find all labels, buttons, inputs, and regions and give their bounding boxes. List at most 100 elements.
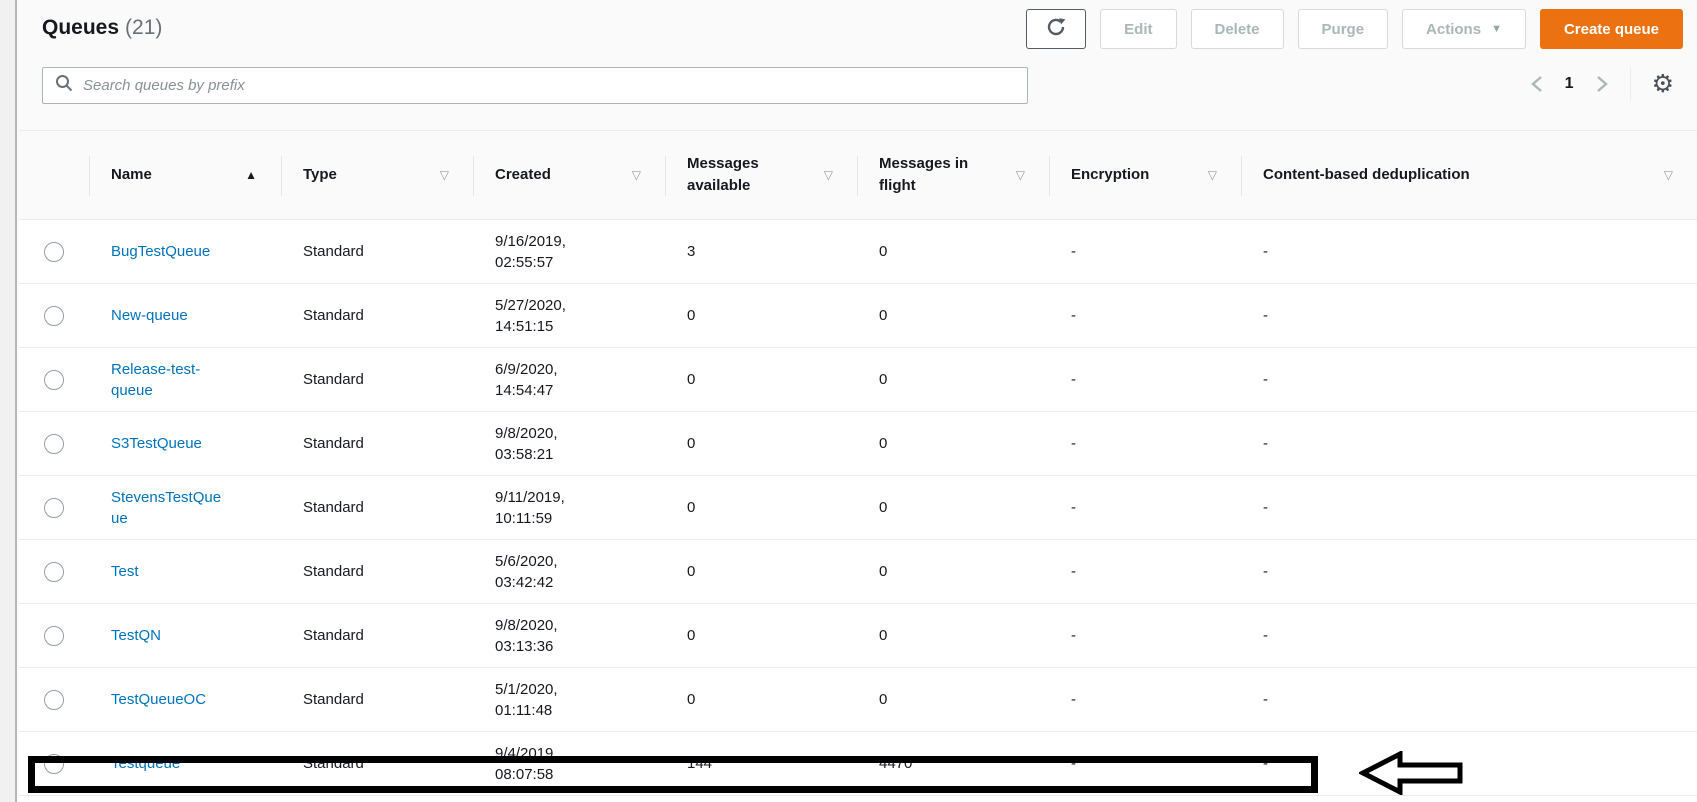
messages-available-cell: 0 xyxy=(665,348,857,411)
table-header-row: Name▲Type▽Created▽Messages available▽Mes… xyxy=(19,130,1697,220)
filter-icon[interactable]: ▽ xyxy=(824,164,833,186)
table-row-release-test-queue: Release-test-queue Standard6/9/2020, 14:5… xyxy=(19,348,1697,412)
search-box[interactable] xyxy=(42,67,1028,104)
caret-down-icon: ▼ xyxy=(1491,23,1502,35)
search-input[interactable] xyxy=(83,77,1015,94)
type-cell: Standard xyxy=(281,348,473,411)
messages-in-flight-cell: 0 xyxy=(857,668,1049,731)
column-header-type[interactable]: Type ▽ xyxy=(281,131,473,219)
radio-cell xyxy=(19,220,89,283)
column-header-created[interactable]: Created ▽ xyxy=(473,131,665,219)
created-cell: 9/8/2020, 03:13:36 xyxy=(473,604,665,667)
name-cell: TestQueueOC xyxy=(89,668,281,731)
radio-cell xyxy=(19,604,89,667)
created-value: 9/8/2020, 03:58:21 xyxy=(495,423,595,465)
table-row-testqn: TestQNStandard9/8/2020, 03:13:3600-- xyxy=(19,604,1697,668)
filter-icon[interactable]: ▽ xyxy=(1664,164,1673,186)
pagination: 1 ⚙ xyxy=(1530,64,1674,104)
created-cell: 6/9/2020, 14:54:47 xyxy=(473,348,665,411)
table-row-s3testqueue: S3TestQueueStandard9/8/2020, 03:58:2100-… xyxy=(19,412,1697,476)
refresh-button[interactable] xyxy=(1026,9,1086,49)
queue-link[interactable]: S3TestQueue xyxy=(111,433,202,454)
column-label: Type xyxy=(303,164,337,186)
queue-link[interactable]: Release-test-queue xyxy=(111,359,223,401)
dedup-cell: - xyxy=(1241,220,1697,283)
column-header-name[interactable]: Name▲ xyxy=(89,131,281,219)
column-label: Messages available xyxy=(687,153,816,197)
queue-radio[interactable] xyxy=(44,306,64,326)
type-cell: Standard xyxy=(281,284,473,347)
messages-in-flight-cell: 0 xyxy=(857,348,1049,411)
queue-radio[interactable] xyxy=(44,434,64,454)
filter-icon[interactable]: ▽ xyxy=(1208,164,1217,186)
dedup-cell: - xyxy=(1241,284,1697,347)
annotation-highlight-box xyxy=(28,756,1318,793)
table-row-new-queue: New-queueStandard5/27/2020, 14:51:1500-- xyxy=(19,284,1697,348)
sort-ascending-icon[interactable]: ▲ xyxy=(245,164,257,186)
name-cell: TestQN xyxy=(89,604,281,667)
filter-icon[interactable]: ▽ xyxy=(440,164,449,186)
previous-page-button[interactable] xyxy=(1530,74,1544,94)
name-cell: BugTestQueue xyxy=(89,220,281,283)
messages-available-cell: 0 xyxy=(665,604,857,667)
queue-link[interactable]: TestQueueOC xyxy=(111,689,206,710)
annotation-left-arrow-icon xyxy=(1359,751,1465,795)
radio-cell xyxy=(19,412,89,475)
messages-available-cell: 0 xyxy=(665,412,857,475)
radio-cell xyxy=(19,540,89,603)
delete-button[interactable]: Delete xyxy=(1191,9,1284,49)
queue-link[interactable]: TestQN xyxy=(111,625,161,646)
created-cell: 9/8/2020, 03:58:21 xyxy=(473,412,665,475)
messages-available-cell: 0 xyxy=(665,540,857,603)
next-page-button[interactable] xyxy=(1595,74,1609,94)
dedup-cell: - xyxy=(1241,668,1697,731)
column-header-messages-in-flight[interactable]: Messages in flight▽ xyxy=(857,131,1049,219)
actions-dropdown-button[interactable]: Actions ▼ xyxy=(1402,9,1526,49)
created-cell: 5/1/2020, 01:11:48 xyxy=(473,668,665,731)
filter-icon[interactable]: ▽ xyxy=(1016,164,1025,186)
type-cell: Standard xyxy=(281,540,473,603)
toolbar: Edit Delete Purge Actions ▼ Create queue xyxy=(1026,9,1683,49)
column-header-messages-available[interactable]: Messages available ▽ xyxy=(665,131,857,219)
created-value: 9/8/2020, 03:13:36 xyxy=(495,615,595,657)
gear-icon[interactable]: ⚙ xyxy=(1652,72,1674,97)
column-header-content-based-deduplication[interactable]: Content-based deduplication▽ xyxy=(1241,131,1697,219)
queue-radio[interactable] xyxy=(44,690,64,710)
page-title-text: Queues xyxy=(42,16,119,39)
current-page-number[interactable]: 1 xyxy=(1565,75,1574,93)
created-cell: 5/27/2020, 14:51:15 xyxy=(473,284,665,347)
created-cell: 5/6/2020, 03:42:42 xyxy=(473,540,665,603)
queue-link[interactable]: Test xyxy=(111,561,139,582)
created-cell: 9/16/2019, 02:55:57 xyxy=(473,220,665,283)
radio-cell xyxy=(19,476,89,539)
queue-radio[interactable] xyxy=(44,370,64,390)
create-queue-button[interactable]: Create queue xyxy=(1540,9,1683,49)
dedup-cell: - xyxy=(1241,348,1697,411)
queue-radio[interactable] xyxy=(44,626,64,646)
messages-in-flight-cell: 0 xyxy=(857,476,1049,539)
type-cell: Standard xyxy=(281,412,473,475)
messages-available-cell: 0 xyxy=(665,668,857,731)
page-title: Queues(21) xyxy=(42,16,162,40)
pager-divider xyxy=(1630,67,1631,101)
queue-link[interactable]: StevensTestQueue xyxy=(111,487,223,529)
table-body: BugTestQueueStandard9/16/2019, 02:55:573… xyxy=(19,220,1697,796)
created-value: 5/6/2020, 03:42:42 xyxy=(495,551,595,593)
queue-radio[interactable] xyxy=(44,242,64,262)
queue-radio[interactable] xyxy=(44,562,64,582)
queue-link[interactable]: BugTestQueue xyxy=(111,241,210,262)
edit-button[interactable]: Edit xyxy=(1100,9,1176,49)
type-cell: Standard xyxy=(281,668,473,731)
messages-in-flight-cell: 0 xyxy=(857,540,1049,603)
name-cell: Release-test-queue xyxy=(89,348,281,411)
select-all-header xyxy=(19,131,89,219)
messages-in-flight-cell: 0 xyxy=(857,284,1049,347)
purge-button[interactable]: Purge xyxy=(1298,9,1389,49)
filter-icon[interactable]: ▽ xyxy=(632,164,641,186)
table-row-bugtestqueue: BugTestQueueStandard9/16/2019, 02:55:573… xyxy=(19,220,1697,284)
column-header-encryption[interactable]: Encryption▽ xyxy=(1049,131,1241,219)
queues-table: Name▲Type▽Created▽Messages available▽Mes… xyxy=(19,130,1697,802)
column-label: Created xyxy=(495,164,551,186)
queue-radio[interactable] xyxy=(44,498,64,518)
queue-link[interactable]: New-queue xyxy=(111,305,188,326)
